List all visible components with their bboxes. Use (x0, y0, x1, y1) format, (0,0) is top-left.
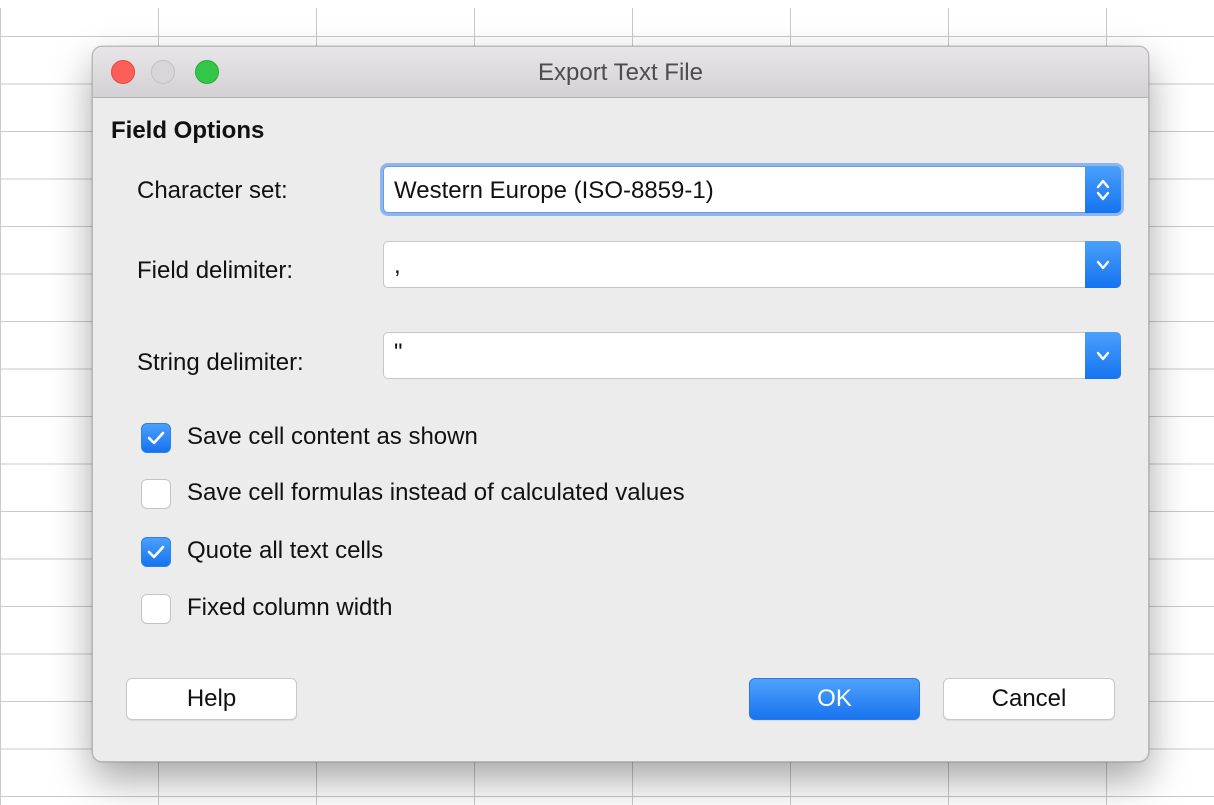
field-delimiter-label: Field delimiter: (137, 257, 294, 284)
ok-button[interactable]: OK (749, 678, 920, 720)
character-set-label: Character set: (137, 177, 288, 204)
chevron-down-icon[interactable] (1085, 332, 1121, 379)
quote-text-checkbox[interactable] (141, 537, 171, 567)
sheet-top-strip (0, 0, 1214, 8)
up-down-chevron-icon[interactable] (1085, 166, 1121, 213)
save-as-shown-checkbox[interactable] (141, 423, 171, 453)
cancel-button[interactable]: Cancel (943, 678, 1115, 720)
field-delimiter-value: , (394, 252, 401, 279)
string-delimiter-value: " (394, 339, 403, 366)
field-delimiter-combobox[interactable]: , (383, 241, 1121, 288)
quote-text-label[interactable]: Quote all text cells (187, 537, 383, 565)
help-button[interactable]: Help (126, 678, 297, 720)
string-delimiter-label: String delimiter: (137, 349, 304, 376)
field-options-heading: Field Options (111, 117, 265, 144)
character-set-value: Western Europe (ISO-8859-1) (394, 177, 714, 204)
fixed-width-checkbox[interactable] (141, 594, 171, 624)
character-set-select[interactable]: Western Europe (ISO-8859-1) (383, 166, 1121, 213)
save-formulas-checkbox[interactable] (141, 479, 171, 509)
fixed-width-label[interactable]: Fixed column width (187, 594, 392, 622)
chevron-down-icon[interactable] (1085, 241, 1121, 288)
title-bar: Export Text File (93, 47, 1148, 98)
save-formulas-label[interactable]: Save cell formulas instead of calculated… (187, 479, 685, 507)
string-delimiter-combobox[interactable]: " (383, 332, 1121, 379)
save-as-shown-label[interactable]: Save cell content as shown (187, 423, 478, 451)
window-title: Export Text File (538, 59, 703, 86)
export-text-file-dialog: Export Text File Field Options Character… (92, 46, 1149, 762)
